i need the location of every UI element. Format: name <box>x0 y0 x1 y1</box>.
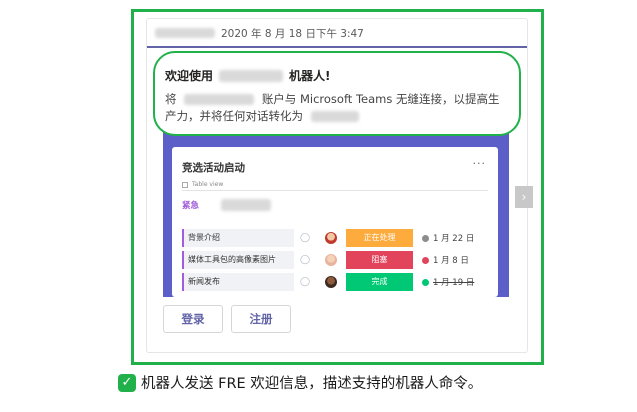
status-badge[interactable]: 完成 <box>346 273 413 291</box>
date-label: 1 月 19 日 <box>433 278 475 288</box>
highlight-frame: 2020 年 8 月 18 日下午 3:47 欢迎使用 机器人! 将 账户与 M… <box>131 9 544 365</box>
group-meta-redacted <box>221 199 272 211</box>
message-timestamp: 2020 年 8 月 18 日下午 3:47 <box>221 27 364 40</box>
view-selector[interactable]: Table view <box>182 181 223 188</box>
status-label: 完成 <box>371 277 388 286</box>
date-status-icon <box>422 234 429 242</box>
status-badge[interactable]: 正在处理 <box>346 229 413 247</box>
due-date: 1 月 8 日 <box>422 254 469 266</box>
comment-icon[interactable]: ◯ <box>294 233 316 243</box>
bot-message: 2020 年 8 月 18 日下午 3:47 欢迎使用 机器人! 将 账户与 M… <box>146 18 528 353</box>
table-view-icon <box>182 181 188 188</box>
register-button[interactable]: 注册 <box>231 305 291 333</box>
welcome-title-suffix: 机器人! <box>289 69 331 83</box>
login-button[interactable]: 登录 <box>163 305 223 333</box>
avatar <box>316 254 346 266</box>
board-title: 竞选活动启动 <box>182 162 245 174</box>
caption-text: 机器人发送 FRE 欢迎信息，描述支持的机器人命令。 <box>141 376 483 392</box>
more-options-icon[interactable]: ··· <box>473 157 487 170</box>
task-name: 新闻发布 <box>182 273 294 291</box>
avatar <box>316 232 346 244</box>
task-name: 媒体工具包的高像素图片 <box>182 251 294 269</box>
carousel-next-icon[interactable]: › <box>515 186 533 208</box>
view-label: Table view <box>192 181 224 188</box>
date-label: 1 月 8 日 <box>433 256 469 266</box>
message-meta: 2020 年 8 月 18 日下午 3:47 <box>155 25 364 41</box>
card-divider <box>182 190 488 191</box>
welcome-body: 将 账户与 Microsoft Teams 无缝连接，以提高生产力，并将任何对话… <box>165 91 505 125</box>
table-row[interactable]: 背景介绍 ◯ 正在处理 1 月 22 日 <box>182 229 488 247</box>
task-name: 背景介绍 <box>182 229 294 247</box>
target-redacted <box>310 111 359 122</box>
action-buttons: 登录 注册 <box>163 305 291 333</box>
comment-icon[interactable]: ◯ <box>294 277 316 287</box>
table-row[interactable]: 新闻发布 ◯ 完成 1 月 19 日 <box>182 273 488 291</box>
comment-icon[interactable]: ◯ <box>294 255 316 265</box>
group-label: 紧急 <box>182 201 200 211</box>
date-status-icon <box>422 256 429 264</box>
board-preview-card[interactable]: 竞选活动启动 ··· Table view 紧急 背景介绍 ◯ 正在处理 1 月… <box>172 147 498 297</box>
due-date: 1 月 22 日 <box>422 232 474 244</box>
service-name-redacted <box>184 94 255 105</box>
avatar <box>316 276 346 288</box>
welcome-body-prefix: 将 <box>165 92 177 106</box>
date-label: 1 月 22 日 <box>433 234 475 244</box>
group-header: 紧急 <box>182 199 272 211</box>
bot-name-redacted <box>219 69 284 82</box>
table-row[interactable]: 媒体工具包的高像素图片 ◯ 阻塞 1 月 8 日 <box>182 251 488 269</box>
sender-name-redacted <box>155 28 215 38</box>
message-accent-line <box>147 46 527 48</box>
status-badge[interactable]: 阻塞 <box>346 251 413 269</box>
welcome-title: 欢迎使用 机器人! <box>165 67 331 84</box>
welcome-callout: 欢迎使用 机器人! 将 账户与 Microsoft Teams 无缝连接，以提高… <box>153 51 521 136</box>
check-icon <box>422 278 429 286</box>
status-label: 阻塞 <box>371 255 388 264</box>
status-label: 正在处理 <box>363 233 396 242</box>
checkmark-icon: ✓ <box>118 373 136 392</box>
welcome-title-prefix: 欢迎使用 <box>165 69 214 83</box>
figure-caption: ✓ 机器人发送 FRE 欢迎信息，描述支持的机器人命令。 <box>118 372 482 393</box>
due-date: 1 月 19 日 <box>422 276 474 288</box>
